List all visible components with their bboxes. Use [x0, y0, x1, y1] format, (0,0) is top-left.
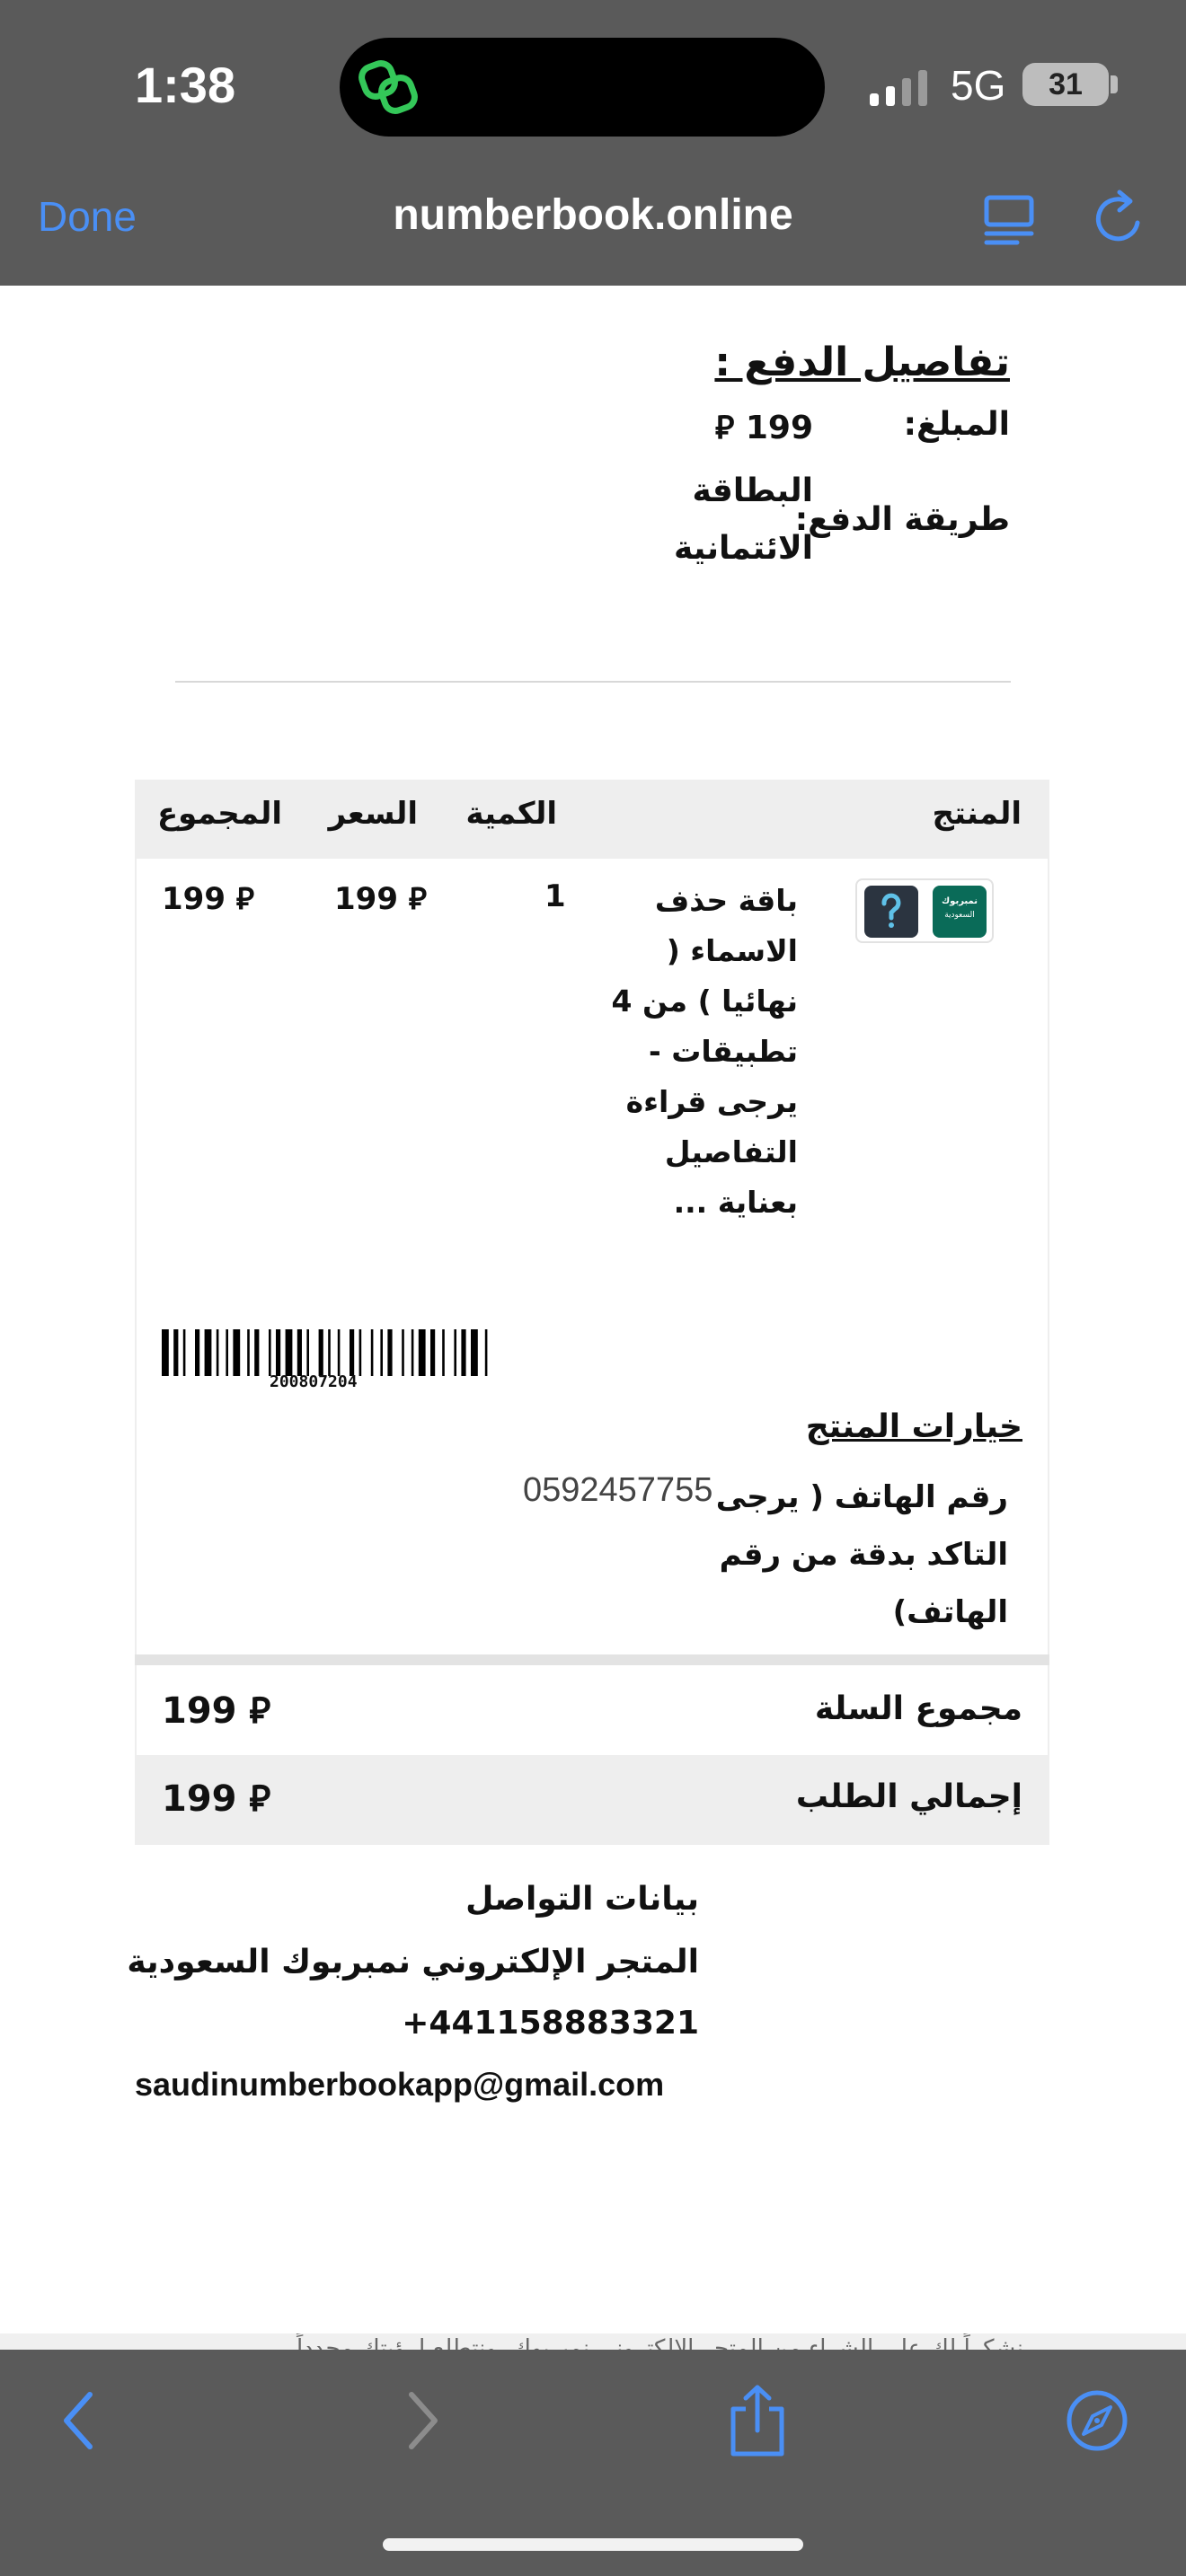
row-quantity: 1 [544, 878, 566, 914]
forward-icon[interactable] [401, 2389, 446, 2452]
cart-total-label: مجموع السلة [814, 1690, 1022, 1727]
battery-level: 31 [1049, 67, 1083, 101]
home-indicator [383, 2538, 803, 2551]
numberbook-logo: نمبربوك السعودية [933, 886, 987, 938]
contact-email[interactable]: saudinumberbookapp@gmail.com [135, 2066, 664, 2104]
header-total: المجموع [156, 796, 282, 832]
header-product: المنتج [932, 796, 1022, 832]
network-type: 5G [951, 62, 1006, 109]
question-app-icon [864, 886, 918, 938]
method-value-line2: الائتمانية [673, 530, 813, 567]
method-value-line1: البطاقة [692, 472, 813, 509]
amount-value: 199 ⃁ [714, 410, 813, 446]
option-label: رقم الهاتف ( يرجى التاكد بدقة من رقم اله… [715, 1479, 1008, 1630]
cart-total-value: 199 ⃁ [162, 1690, 271, 1732]
footer-strip: نشكراً لك على الشراء من المتجر الإلكترون… [0, 2333, 1186, 2350]
header-quantity: الكمية [465, 796, 558, 832]
amount-label: المبلغ: [903, 406, 1010, 443]
order-total-value: 199 ⃁ [162, 1778, 271, 1820]
table-divider [135, 1654, 1049, 1665]
url-label[interactable]: numberbook.online [296, 190, 890, 240]
option-value: 0592457755 [523, 1471, 713, 1509]
contact-title: بيانات التواصل [465, 1881, 699, 1918]
logo-text-1: نمبربوك [942, 896, 978, 906]
back-icon[interactable] [56, 2389, 101, 2452]
footer-text: نشكراً لك على الشراء من المتجر الإلكترون… [296, 2335, 1023, 2350]
header-price: السعر [328, 796, 418, 832]
method-label: طريقة الدفع: [794, 501, 1010, 538]
row-total: 199 ⃁ [162, 881, 255, 917]
order-total-label: إجمالي الطلب [795, 1778, 1022, 1815]
barcode-image [162, 1329, 488, 1376]
options-title: خيارات المنتج [805, 1408, 1022, 1445]
battery-icon: 31 [1022, 63, 1109, 106]
reload-icon[interactable] [1087, 187, 1150, 250]
dynamic-island [340, 38, 825, 137]
status-time: 1:38 [135, 57, 236, 113]
contact-phone[interactable]: +441158883321 [402, 2005, 699, 2042]
done-button[interactable]: Done [38, 192, 137, 241]
share-icon[interactable] [726, 2382, 789, 2459]
product-name[interactable]: باقة حذف الاسماء ( نهائيا ) من 4 تطبيقات… [582, 876, 798, 1228]
link-app-icon [358, 60, 418, 114]
barcode-number: 200807204 [270, 1372, 358, 1391]
row-price: 199 ⃁ [334, 881, 428, 917]
store-name: المتجر الإلكتروني نمبربوك السعودية [127, 1944, 699, 1981]
payment-title: تفاصيل الدفع : [714, 340, 1010, 385]
product-image: نمبربوك السعودية [855, 878, 994, 943]
compass-icon[interactable] [1064, 2387, 1130, 2454]
logo-text-2: السعودية [944, 911, 975, 920]
reader-icon[interactable] [981, 190, 1039, 248]
divider [175, 681, 1011, 683]
battery-tip [1111, 75, 1118, 93]
signal-icon [870, 70, 927, 106]
